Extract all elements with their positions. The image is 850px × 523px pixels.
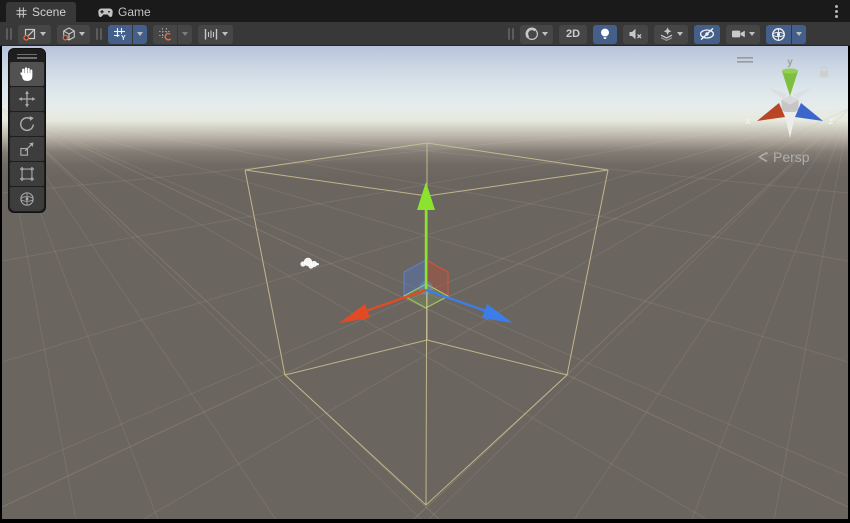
tab-scene-label: Scene (32, 5, 66, 19)
kebab-menu-icon[interactable] (829, 3, 843, 19)
chevron-left-icon (757, 151, 770, 163)
svg-text:Y: Y (121, 35, 126, 41)
toolbar-drag-handle[interactable] (6, 28, 12, 40)
pivot-square-icon (23, 27, 37, 41)
effects-star-icon (659, 27, 674, 41)
eye-slash-icon (699, 27, 715, 41)
increment-snap-button[interactable] (153, 25, 177, 44)
shaded-sphere-icon (525, 27, 539, 41)
tab-scene[interactable]: Scene (6, 2, 76, 22)
grid-axis-lines (2, 108, 848, 519)
audio-toggle[interactable] (623, 25, 648, 44)
increment-snap-dropdown[interactable] (178, 25, 192, 44)
dropdown-caret (222, 32, 228, 36)
draw-mode-button[interactable] (520, 25, 553, 44)
tool-scale[interactable] (10, 137, 44, 161)
tab-game-label: Game (118, 5, 151, 19)
gizmo-y-label: y (787, 57, 793, 68)
dropdown-caret (79, 32, 85, 36)
dropdown-caret (677, 32, 683, 36)
2d-label: 2D (564, 28, 582, 40)
rect-tool-icon (18, 165, 36, 183)
scene-toolbar: Y (0, 22, 850, 46)
tool-view-pan[interactable] (10, 62, 44, 86)
toolbar-drag-handle[interactable] (96, 28, 102, 40)
dropdown-caret (182, 32, 188, 36)
gamepad-icon (98, 7, 113, 18)
lock-icon[interactable] (820, 67, 828, 77)
move-gizmo-x-axis[interactable] (339, 290, 426, 323)
tools-drag-handle[interactable] (10, 50, 44, 62)
local-cube-icon (62, 27, 76, 41)
gizmo-neg-axis-cone[interactable] (793, 88, 812, 99)
dropdown-caret (749, 32, 755, 36)
scene-lighting-toggle[interactable] (593, 25, 617, 44)
projection-label: Persp (773, 149, 810, 165)
unity-scene-view-window: Scene Game (0, 0, 850, 523)
gizmo-y-axis-cone[interactable] (782, 68, 798, 96)
gizmo-x-label: x (745, 116, 751, 127)
scale-icon (18, 140, 36, 158)
lightbulb-icon (598, 27, 612, 41)
move-gizmo-z-axis[interactable] (426, 290, 513, 323)
effects-button[interactable] (654, 25, 688, 44)
orientation-gizmo: y x z (735, 50, 845, 150)
tool-handle-position-button[interactable] (18, 25, 51, 44)
tab-game[interactable]: Game (88, 2, 161, 22)
dropdown-caret (40, 32, 46, 36)
dropdown-caret (542, 32, 548, 36)
gizmo-drag-handle[interactable] (737, 57, 753, 63)
dropdown-caret (796, 32, 802, 36)
gizmos-dropdown[interactable] (792, 25, 806, 44)
camera-icon (731, 27, 746, 41)
hand-icon (18, 65, 36, 83)
grid-snapping-toggle[interactable]: Y (108, 25, 132, 44)
transform-icon (18, 190, 36, 208)
gizmo-neg-axis-cone[interactable] (784, 112, 796, 138)
dropdown-caret (137, 32, 143, 36)
gizmo-center-cube[interactable] (782, 96, 799, 115)
projection-toggle[interactable]: Persp (757, 149, 810, 165)
tab-bar: Scene Game (0, 0, 850, 22)
ruler-snap-icon (203, 27, 219, 41)
scene-visibility-toggle[interactable] (694, 25, 720, 44)
tool-move[interactable] (10, 87, 44, 111)
camera-settings-button[interactable] (726, 25, 760, 44)
increment-snap-icon (158, 27, 172, 41)
tool-rotate[interactable] (10, 112, 44, 136)
directional-light-icon[interactable] (300, 258, 319, 269)
gizmo-z-label: z (829, 116, 834, 127)
ground-grid (2, 108, 848, 519)
scene-viewport[interactable] (2, 46, 848, 519)
gizmo-sphere-icon (771, 27, 786, 42)
gizmo-x-axis-cone[interactable] (757, 103, 785, 121)
gizmo-z-axis-cone[interactable] (795, 103, 823, 121)
tools-overlay (8, 48, 46, 213)
toolbar-drag-handle[interactable] (508, 28, 514, 40)
tool-handle-rotation-button[interactable] (57, 25, 90, 44)
grid-snapping-dropdown[interactable] (133, 25, 147, 44)
gizmos-toggle[interactable] (766, 25, 791, 44)
move-arrows-icon (18, 90, 36, 108)
scene-3d-content (2, 46, 848, 519)
snap-settings-button[interactable] (198, 25, 233, 44)
gizmo-neg-axis-cone[interactable] (768, 88, 787, 99)
tool-transform[interactable] (10, 187, 44, 211)
rotate-icon (18, 115, 36, 133)
tool-rect[interactable] (10, 162, 44, 186)
2d-view-toggle[interactable]: 2D (559, 25, 587, 44)
grid-tab-icon (16, 7, 27, 18)
audio-muted-icon (628, 27, 643, 41)
grid-snap-icon: Y (113, 27, 127, 41)
